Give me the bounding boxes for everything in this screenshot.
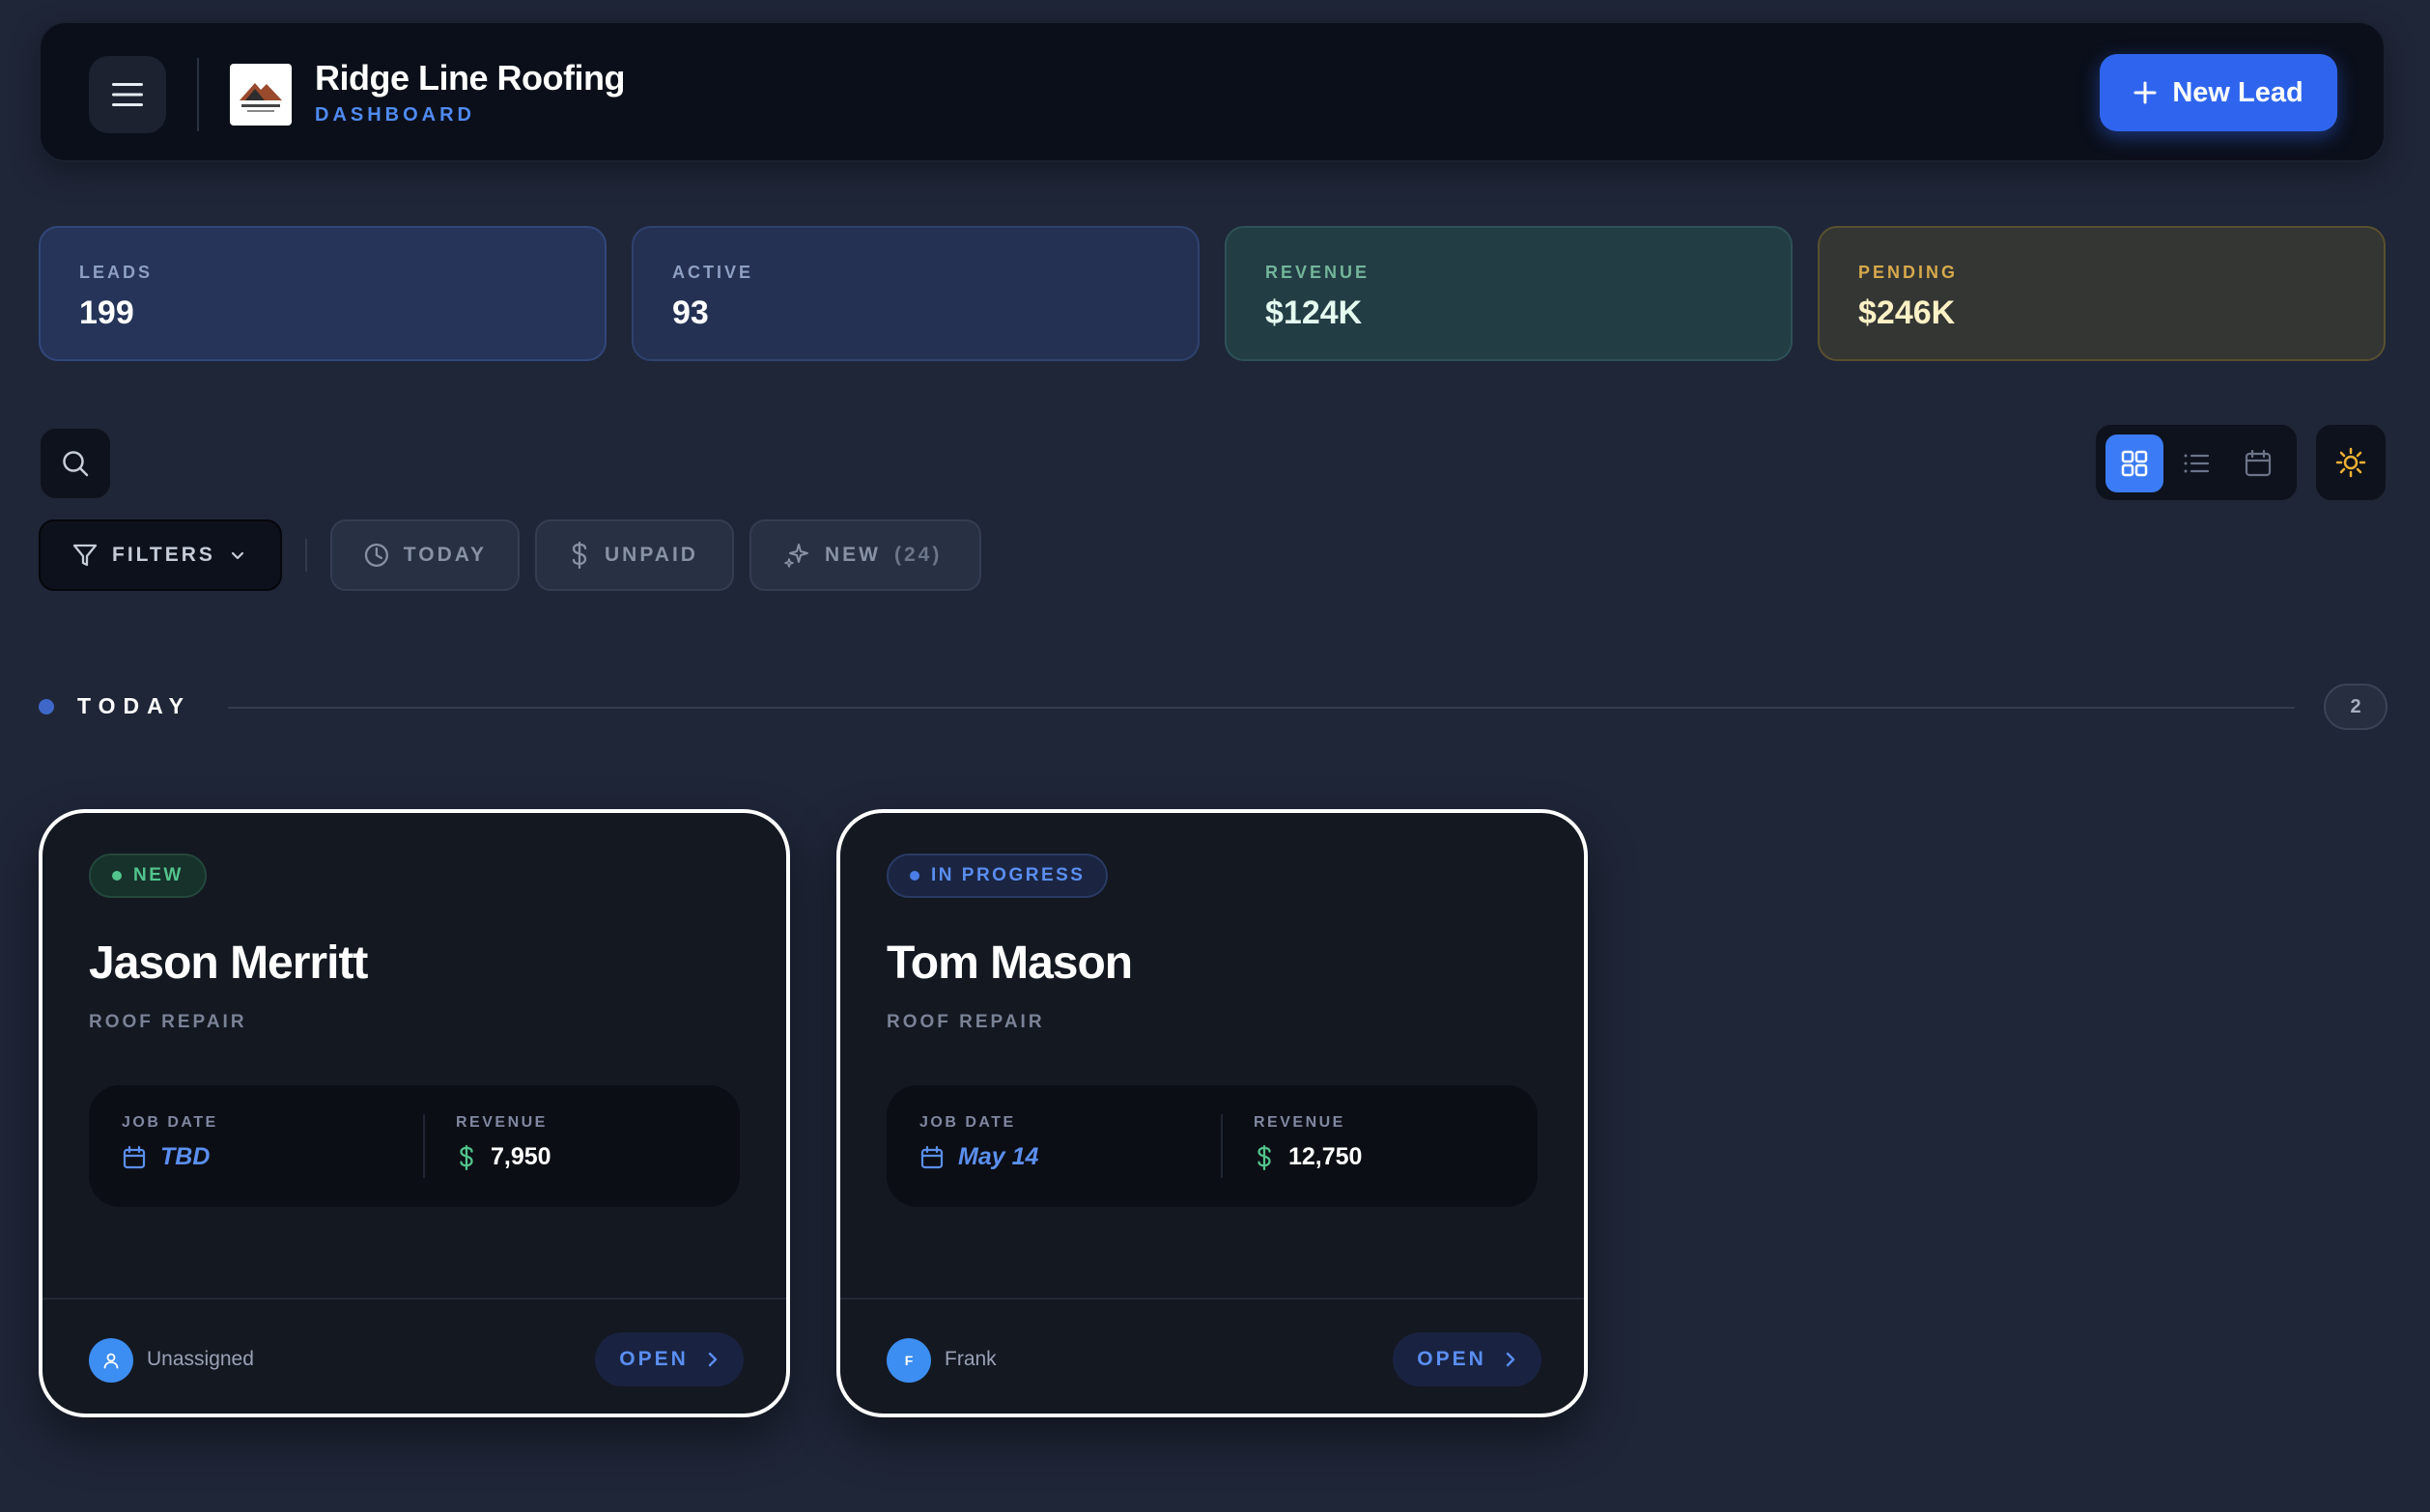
- lead-name: Jason Merritt: [89, 938, 368, 989]
- stat-value: 93: [672, 294, 709, 331]
- open-label: OPEN: [1417, 1348, 1486, 1370]
- assignee-name: Unassigned: [147, 1348, 254, 1370]
- lead-card[interactable]: IN PROGRESS Tom Mason ROOF REPAIR JOB DA…: [836, 809, 1588, 1417]
- sparkles-icon: [784, 544, 808, 568]
- job-date-block: JOB DATE May 14: [919, 1114, 1038, 1171]
- stat-value: $124K: [1265, 294, 1363, 331]
- list-view-button[interactable]: [2167, 434, 2225, 492]
- filter-unpaid-label: UNPAID: [605, 544, 698, 566]
- status-dot: [112, 871, 122, 881]
- open-lead-button[interactable]: OPEN: [1393, 1332, 1541, 1386]
- stat-card-leads: LEADS 199: [39, 226, 607, 361]
- calendar-view-button[interactable]: [2229, 434, 2287, 492]
- avatar: F: [887, 1338, 931, 1383]
- view-mode-toggle: [2094, 423, 2299, 502]
- job-type: ROOF REPAIR: [89, 1012, 247, 1032]
- job-type: ROOF REPAIR: [887, 1012, 1045, 1032]
- page-subtitle: DASHBOARD: [315, 104, 475, 126]
- stat-label: ACTIVE: [672, 263, 754, 282]
- filters-dropdown[interactable]: FILTERS: [39, 519, 282, 591]
- job-date-block: JOB DATE TBD: [122, 1114, 218, 1171]
- top-header: Ridge Line Roofing DASHBOARD New Lead: [39, 21, 2386, 162]
- job-date-value: TBD: [160, 1143, 211, 1170]
- job-date-label: JOB DATE: [122, 1114, 218, 1131]
- lead-name: Tom Mason: [887, 938, 1133, 989]
- user-icon: [103, 1353, 119, 1369]
- new-lead-button[interactable]: New Lead: [2100, 54, 2337, 131]
- avatar: [89, 1338, 133, 1383]
- lead-card[interactable]: NEW Jason Merritt ROOF REPAIR JOB DATE T…: [39, 809, 790, 1417]
- menu-button[interactable]: [89, 56, 166, 133]
- search-icon: [63, 451, 89, 477]
- open-label: OPEN: [619, 1348, 689, 1370]
- status-badge: NEW: [89, 854, 207, 898]
- brand-name: Ridge Line Roofing: [315, 58, 625, 98]
- filter-today-label: TODAY: [403, 544, 487, 566]
- stat-value: $246K: [1858, 294, 1956, 331]
- stat-card-revenue: REVENUE $124K: [1225, 226, 1793, 361]
- sun-icon: [2335, 447, 2366, 478]
- revenue-label: REVENUE: [1254, 1114, 1345, 1131]
- grid-view-icon: [2121, 450, 2148, 477]
- stat-card-pending: PENDING $246K: [1818, 226, 2386, 361]
- stat-card-active: ACTIVE 93: [632, 226, 1200, 361]
- section-indicator-dot: [39, 699, 54, 714]
- revenue-block: REVENUE 7,950: [456, 1114, 551, 1171]
- dollar-icon: [1257, 1144, 1271, 1170]
- section-title: TODAY: [77, 693, 191, 718]
- revenue-label: REVENUE: [456, 1114, 548, 1131]
- filter-chip-today[interactable]: TODAY: [330, 519, 520, 591]
- job-info-panel: JOB DATE May 14 REVENUE 12,750: [887, 1085, 1538, 1207]
- calendar-view-icon: [2245, 449, 2272, 477]
- grid-view-button[interactable]: [2105, 434, 2163, 492]
- hamburger-icon: [112, 83, 143, 106]
- filter-new-label: NEW: [825, 544, 881, 566]
- card-footer-divider: [42, 1298, 786, 1300]
- list-view-icon: [2184, 454, 2210, 473]
- status-label: IN PROGRESS: [931, 865, 1086, 885]
- filter-chip-new[interactable]: NEW (24): [749, 519, 981, 591]
- header-divider: [197, 58, 199, 131]
- revenue-block: REVENUE 12,750: [1254, 1114, 1362, 1171]
- card-footer-divider: [840, 1298, 1584, 1300]
- section-divider: [228, 707, 2295, 709]
- dollar-icon: [572, 541, 587, 570]
- theme-toggle-button[interactable]: [2314, 423, 2388, 502]
- search-button[interactable]: [39, 427, 112, 500]
- info-divider: [423, 1114, 425, 1178]
- status-badge: IN PROGRESS: [887, 854, 1109, 898]
- section-count-badge: 2: [2324, 684, 2388, 730]
- filter-new-count: (24): [894, 544, 943, 566]
- plus-icon: [2133, 81, 2157, 104]
- info-divider: [1221, 1114, 1223, 1178]
- new-lead-label: New Lead: [2172, 76, 2303, 108]
- stat-label: PENDING: [1858, 263, 1959, 282]
- calendar-icon: [920, 1145, 944, 1168]
- job-date-label: JOB DATE: [919, 1114, 1016, 1131]
- revenue-value: 12,750: [1288, 1143, 1363, 1170]
- job-info-panel: JOB DATE TBD REVENUE 7,950: [89, 1085, 740, 1207]
- chevron-down-icon: [231, 551, 244, 560]
- stat-label: LEADS: [79, 263, 154, 282]
- chevron-right-icon: [708, 1352, 717, 1367]
- filter-divider: [305, 539, 307, 572]
- stat-value: 199: [79, 294, 134, 331]
- clock-icon: [364, 543, 388, 568]
- filters-label: FILTERS: [112, 544, 215, 566]
- filter-chip-unpaid[interactable]: UNPAID: [535, 519, 734, 591]
- job-date-value: May 14: [958, 1143, 1039, 1170]
- dollar-icon: [460, 1144, 473, 1170]
- assignee-name: Frank: [945, 1348, 997, 1370]
- filter-icon: [72, 544, 98, 567]
- chevron-right-icon: [1506, 1352, 1514, 1367]
- status-label: NEW: [133, 865, 184, 885]
- company-logo: [230, 64, 292, 126]
- calendar-icon: [123, 1145, 146, 1168]
- status-dot: [910, 871, 919, 881]
- revenue-value: 7,950: [491, 1143, 551, 1170]
- open-lead-button[interactable]: OPEN: [595, 1332, 744, 1386]
- stat-label: REVENUE: [1265, 263, 1370, 282]
